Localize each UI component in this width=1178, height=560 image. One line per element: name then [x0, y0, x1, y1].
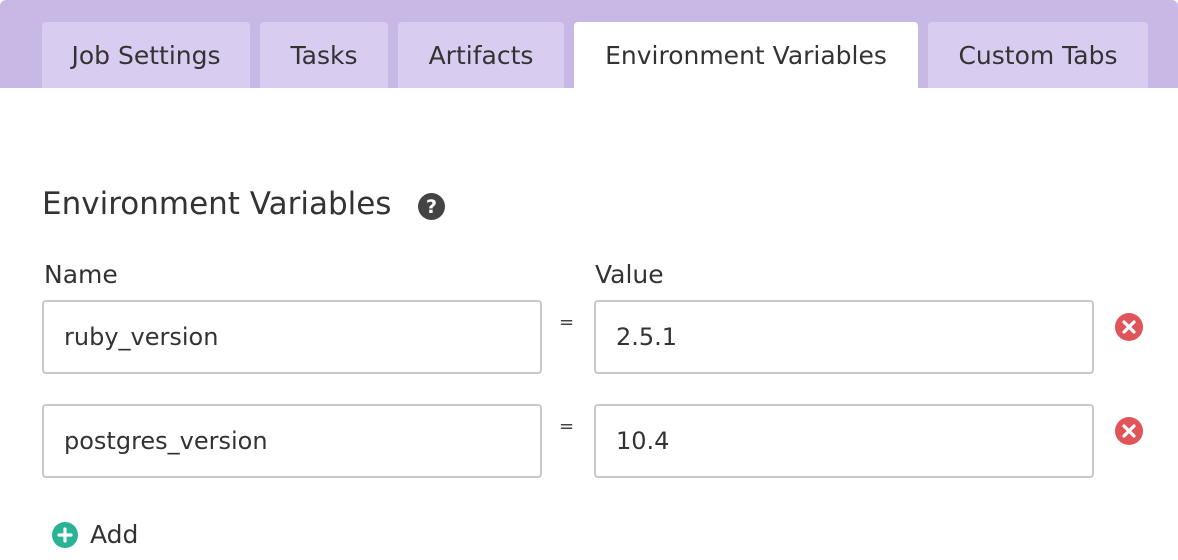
equals-separator: =	[559, 416, 575, 437]
name-column-label: Name	[44, 260, 118, 289]
remove-variable-icon[interactable]	[1115, 417, 1143, 445]
variable-name-input[interactable]	[42, 300, 542, 374]
add-variable-button[interactable]: Add	[52, 520, 138, 549]
environment-variables-page: Job Settings Tasks Artifacts Environment…	[0, 0, 1178, 560]
tab-artifacts[interactable]: Artifacts	[398, 22, 564, 88]
tab-tasks[interactable]: Tasks	[260, 22, 388, 88]
plus-circle-icon	[52, 521, 78, 548]
remove-variable-icon[interactable]	[1115, 313, 1143, 341]
variable-value-input[interactable]	[594, 300, 1094, 374]
add-label: Add	[90, 520, 139, 549]
tab-bar: Job Settings Tasks Artifacts Environment…	[0, 0, 1178, 88]
question-circle-icon[interactable]: ?	[418, 193, 445, 220]
value-column-label: Value	[595, 260, 664, 289]
variable-value-input[interactable]	[594, 404, 1094, 478]
variable-name-input[interactable]	[42, 404, 542, 478]
tab-environment-variables[interactable]: Environment Variables	[574, 22, 918, 88]
tab-custom-tabs[interactable]: Custom Tabs	[928, 22, 1148, 88]
section-title: Environment Variables	[42, 186, 392, 222]
equals-separator: =	[559, 312, 575, 333]
tab-job-settings[interactable]: Job Settings	[42, 22, 250, 88]
